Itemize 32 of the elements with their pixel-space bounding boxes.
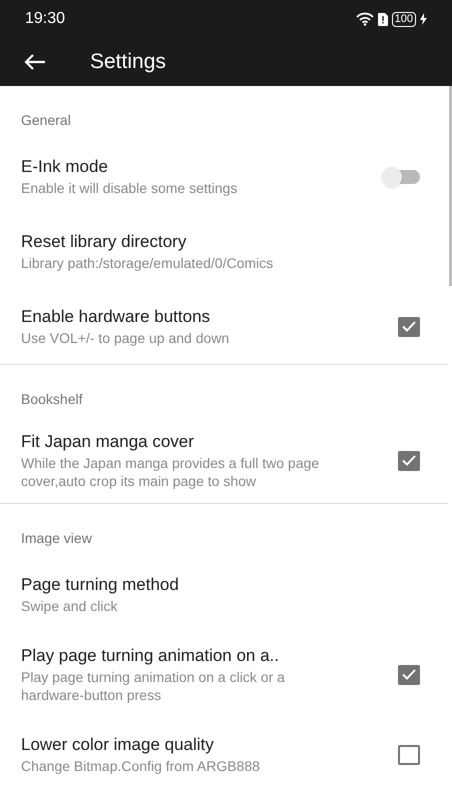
toggle-switch[interactable]	[382, 166, 420, 186]
setting-title[interactable]: Lower color image quality	[21, 734, 348, 756]
sim-icon	[378, 12, 388, 26]
check-icon	[402, 321, 416, 332]
setting-title[interactable]: Page turning method	[21, 574, 370, 596]
setting-title[interactable]: E-Ink mode	[21, 156, 332, 178]
setting-summary: Use VOL+/- to page up and down	[21, 329, 230, 347]
setting-title[interactable]: Reset library directory	[21, 231, 370, 253]
setting-summary: Change Bitmap.Config from ARGB888	[21, 757, 261, 775]
setting-summary: Library path:/storage/emulated/0/Comics	[21, 254, 274, 272]
check-icon	[402, 669, 416, 680]
charging-icon	[420, 13, 427, 25]
checkbox[interactable]	[398, 316, 420, 336]
setting-summary: Play page turning animation on a click or a hardware-button press	[21, 668, 286, 704]
back-arrow-icon	[24, 53, 46, 71]
screen-title: Settings	[90, 49, 166, 76]
wifi-icon	[356, 12, 374, 26]
checkbox[interactable]	[398, 664, 420, 684]
status-time: 19:30	[25, 9, 66, 29]
setting-title[interactable]: Fit Japan manga cover	[21, 431, 348, 453]
setting-title[interactable]: Enable hardware buttons	[21, 306, 348, 328]
setting-summary: Swipe and click	[21, 597, 118, 615]
section-header: Bookshelf	[20, 390, 84, 409]
check-icon	[402, 455, 416, 466]
setting-summary: Enable it will disable some settings	[21, 179, 238, 197]
section-header: Image view	[20, 529, 93, 548]
section-header: General	[20, 111, 72, 130]
setting-title[interactable]: Play page turning animation on a..	[21, 645, 348, 667]
setting-summary: While the Japan manga provides a full two page cover,auto crop its main page to show	[21, 454, 320, 490]
checkbox[interactable]	[398, 450, 420, 470]
battery-level: 100	[392, 12, 416, 26]
checkbox[interactable]	[398, 744, 420, 764]
